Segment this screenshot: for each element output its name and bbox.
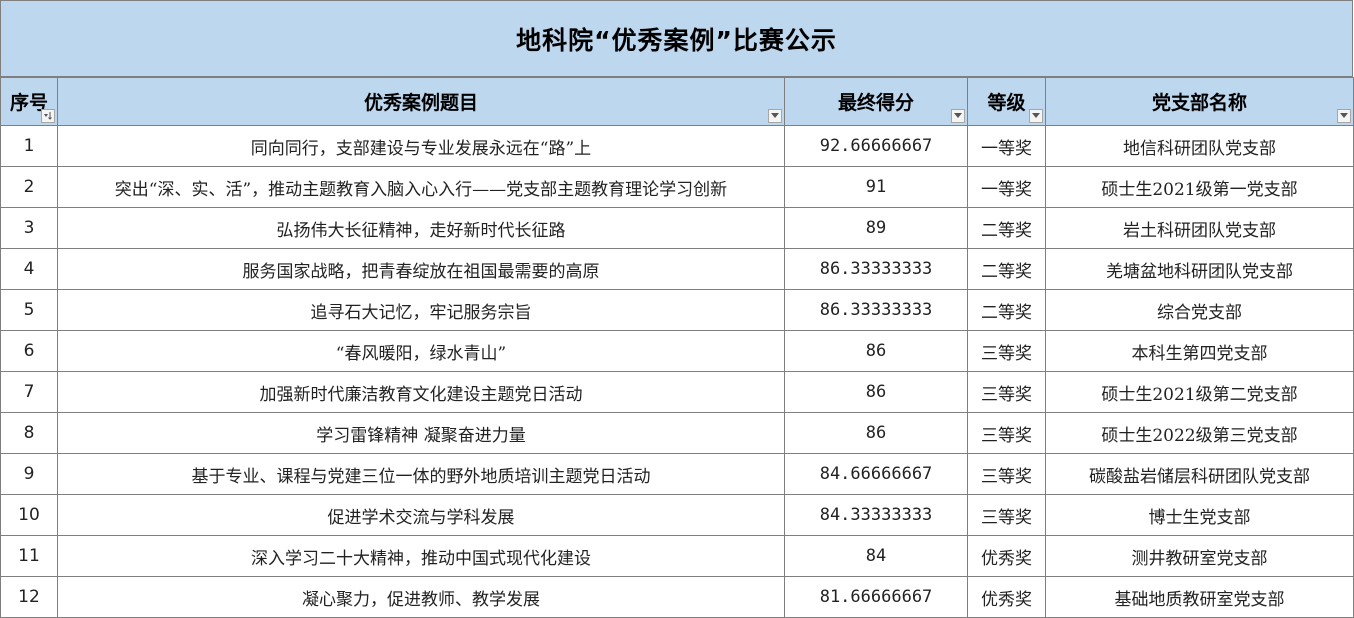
- cell-topic[interactable]: 突出“深、实、活”，推动主题教育入脑入心入行——党支部主题教育理论学习创新: [57, 166, 785, 208]
- cell-score[interactable]: 84.66666667: [784, 453, 968, 495]
- cell-topic[interactable]: 追寻石大记忆，牢记服务宗旨: [57, 289, 785, 331]
- cell-topic[interactable]: 基于专业、课程与党建三位一体的野外地质培训主题党日活动: [57, 453, 785, 495]
- cell-branch[interactable]: 碳酸盐岩储层科研团队党支部: [1045, 453, 1354, 495]
- cell-grade[interactable]: 二等奖: [967, 248, 1046, 290]
- column-header-index[interactable]: 序号: [0, 77, 58, 126]
- cell-topic[interactable]: 同向同行，支部建设与专业发展永远在“路”上: [57, 125, 785, 167]
- cell-score[interactable]: 84: [784, 535, 968, 577]
- cell-score[interactable]: 86: [784, 371, 968, 413]
- column-header-label: 最终得分: [837, 92, 914, 114]
- cell-topic[interactable]: 服务国家战略，把青春绽放在祖国最需要的高原: [57, 248, 785, 290]
- cell-branch[interactable]: 测井教研室党支部: [1045, 535, 1354, 577]
- column-header-label: 等级: [987, 92, 1026, 114]
- results-table: 序号 优秀案例题目 最终得分 等级 党支部名称 1 同向同行，支部建设与专业发展…: [0, 77, 1354, 618]
- cell-topic[interactable]: 弘扬伟大长征精神，走好新时代长征路: [57, 207, 785, 249]
- column-header-score[interactable]: 最终得分: [784, 77, 968, 126]
- cell-score[interactable]: 84.33333333: [784, 494, 968, 536]
- cell-grade[interactable]: 二等奖: [967, 289, 1046, 331]
- page-title: 地科院“优秀案例”比赛公示: [516, 25, 837, 55]
- table-row: 10 促进学术交流与学科发展 84.33333333 三等奖 博士生党支部: [0, 494, 1354, 536]
- cell-branch[interactable]: 羌塘盆地科研团队党支部: [1045, 248, 1354, 290]
- cell-index[interactable]: 1: [0, 125, 58, 167]
- cell-index[interactable]: 9: [0, 453, 58, 495]
- sort-filter-icon[interactable]: [41, 109, 55, 123]
- cell-score[interactable]: 86: [784, 412, 968, 454]
- title-cell[interactable]: 地科院“优秀案例”比赛公示: [0, 0, 1353, 77]
- cell-branch[interactable]: 综合党支部: [1045, 289, 1354, 331]
- cell-index[interactable]: 8: [0, 412, 58, 454]
- column-header-topic[interactable]: 优秀案例题目: [57, 77, 785, 126]
- cell-grade[interactable]: 三等奖: [967, 412, 1046, 454]
- cell-score[interactable]: 89: [784, 207, 968, 249]
- dropdown-filter-icon[interactable]: [768, 109, 782, 123]
- cell-branch[interactable]: 博士生党支部: [1045, 494, 1354, 536]
- cell-index[interactable]: 4: [0, 248, 58, 290]
- cell-topic[interactable]: 加强新时代廉洁教育文化建设主题党日活动: [57, 371, 785, 413]
- cell-index[interactable]: 6: [0, 330, 58, 372]
- cell-topic[interactable]: 凝心聚力，促进教师、教学发展: [57, 576, 785, 618]
- table-row: 1 同向同行，支部建设与专业发展永远在“路”上 92.66666667 一等奖 …: [0, 125, 1354, 167]
- cell-score[interactable]: 92.66666667: [784, 125, 968, 167]
- cell-grade[interactable]: 一等奖: [967, 125, 1046, 167]
- cell-index[interactable]: 2: [0, 166, 58, 208]
- table-row: 2 突出“深、实、活”，推动主题教育入脑入心入行——党支部主题教育理论学习创新 …: [0, 166, 1354, 208]
- header-row: 序号 优秀案例题目 最终得分 等级 党支部名称: [0, 77, 1354, 126]
- cell-score[interactable]: 81.66666667: [784, 576, 968, 618]
- cell-topic[interactable]: 深入学习二十大精神，推动中国式现代化建设: [57, 535, 785, 577]
- cell-branch[interactable]: 硕士生2022级第三党支部: [1045, 412, 1354, 454]
- table-row: 9 基于专业、课程与党建三位一体的野外地质培训主题党日活动 84.6666666…: [0, 453, 1354, 495]
- cell-score[interactable]: 86: [784, 330, 968, 372]
- cell-grade[interactable]: 三等奖: [967, 494, 1046, 536]
- cell-grade[interactable]: 二等奖: [967, 207, 1046, 249]
- cell-branch[interactable]: 岩土科研团队党支部: [1045, 207, 1354, 249]
- table-row: 7 加强新时代廉洁教育文化建设主题党日活动 86 三等奖 硕士生2021级第二党…: [0, 371, 1354, 413]
- cell-grade[interactable]: 优秀奖: [967, 535, 1046, 577]
- table-row: 12 凝心聚力，促进教师、教学发展 81.66666667 优秀奖 基础地质教研…: [0, 576, 1354, 618]
- dropdown-filter-icon[interactable]: [951, 109, 965, 123]
- column-header-label: 党支部名称: [1151, 92, 1247, 114]
- cell-topic[interactable]: 学习雷锋精神 凝聚奋进力量: [57, 412, 785, 454]
- table-row: 3 弘扬伟大长征精神，走好新时代长征路 89 二等奖 岩土科研团队党支部: [0, 207, 1354, 249]
- cell-topic[interactable]: 促进学术交流与学科发展: [57, 494, 785, 536]
- cell-index[interactable]: 10: [0, 494, 58, 536]
- cell-grade[interactable]: 优秀奖: [967, 576, 1046, 618]
- cell-branch[interactable]: 地信科研团队党支部: [1045, 125, 1354, 167]
- cell-grade[interactable]: 三等奖: [967, 453, 1046, 495]
- table-row: 6 “春风暖阳，绿水青山” 86 三等奖 本科生第四党支部: [0, 330, 1354, 372]
- cell-topic[interactable]: “春风暖阳，绿水青山”: [57, 330, 785, 372]
- column-header-label: 优秀案例题目: [363, 92, 478, 114]
- cell-branch[interactable]: 硕士生2021级第二党支部: [1045, 371, 1354, 413]
- dropdown-filter-icon[interactable]: [1337, 109, 1351, 123]
- spreadsheet: 地科院“优秀案例”比赛公示 序号 优秀案例题目 最终得分 等级 党支部名称 1 …: [0, 0, 1354, 618]
- table-row: 8 学习雷锋精神 凝聚奋进力量 86 三等奖 硕士生2022级第三党支部: [0, 412, 1354, 454]
- cell-index[interactable]: 5: [0, 289, 58, 331]
- cell-index[interactable]: 3: [0, 207, 58, 249]
- table-row: 4 服务国家战略，把青春绽放在祖国最需要的高原 86.33333333 二等奖 …: [0, 248, 1354, 290]
- column-header-branch[interactable]: 党支部名称: [1045, 77, 1354, 126]
- cell-grade[interactable]: 三等奖: [967, 371, 1046, 413]
- cell-branch[interactable]: 本科生第四党支部: [1045, 330, 1354, 372]
- column-header-grade[interactable]: 等级: [967, 77, 1046, 126]
- table-row: 5 追寻石大记忆，牢记服务宗旨 86.33333333 二等奖 综合党支部: [0, 289, 1354, 331]
- cell-score[interactable]: 86.33333333: [784, 248, 968, 290]
- cell-grade[interactable]: 三等奖: [967, 330, 1046, 372]
- cell-branch[interactable]: 基础地质教研室党支部: [1045, 576, 1354, 618]
- cell-branch[interactable]: 硕士生2021级第一党支部: [1045, 166, 1354, 208]
- cell-index[interactable]: 7: [0, 371, 58, 413]
- cell-grade[interactable]: 一等奖: [967, 166, 1046, 208]
- dropdown-filter-icon[interactable]: [1029, 109, 1043, 123]
- cell-score[interactable]: 91: [784, 166, 968, 208]
- table-row: 11 深入学习二十大精神，推动中国式现代化建设 84 优秀奖 测井教研室党支部: [0, 535, 1354, 577]
- cell-index[interactable]: 11: [0, 535, 58, 577]
- cell-index[interactable]: 12: [0, 576, 58, 618]
- cell-score[interactable]: 86.33333333: [784, 289, 968, 331]
